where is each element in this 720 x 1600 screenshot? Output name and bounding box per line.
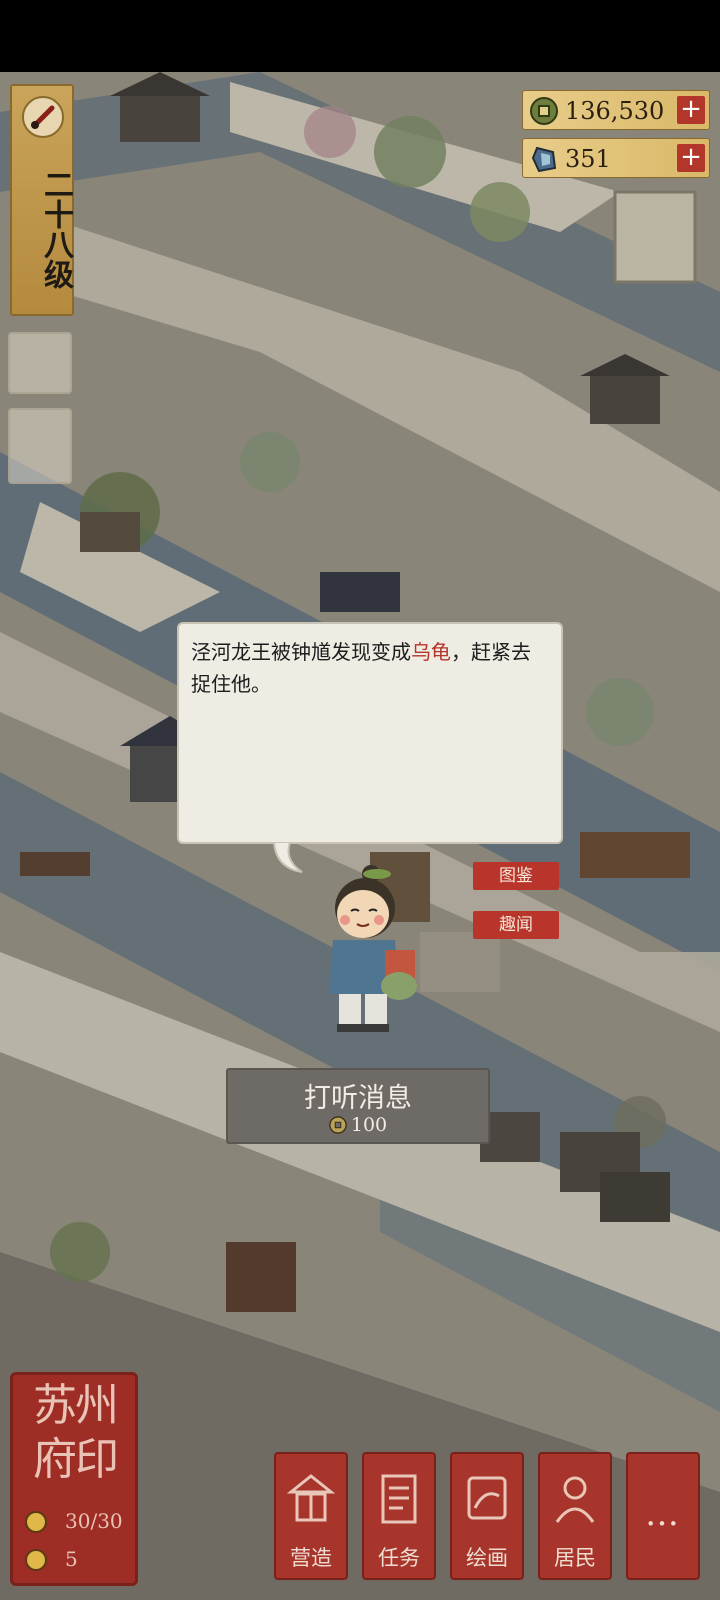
status-bar: [0, 0, 720, 72]
coin-counter[interactable]: 136,530 +: [522, 90, 710, 130]
jade-counter[interactable]: 351 +: [522, 138, 710, 178]
gold-ingot-icon: [25, 1549, 47, 1571]
construction-icon: [286, 1474, 336, 1522]
tasks-label: 任务: [378, 1546, 420, 1570]
residents-label: 居民: [554, 1546, 596, 1570]
dialog-text: 泾河龙王被钟馗发现变成乌龟，赶紧去捉住他。: [191, 640, 531, 696]
seal-count-row: 5: [21, 1545, 133, 1575]
painting-label: 绘画: [466, 1546, 508, 1570]
catalog-button[interactable]: 图鉴: [473, 862, 559, 890]
construction-button[interactable]: 营造: [274, 1452, 348, 1580]
highlight-word: 乌龟: [411, 640, 451, 664]
stamina-icon: [25, 1511, 47, 1533]
side-event-icon[interactable]: [8, 408, 72, 484]
more-button[interactable]: …: [626, 1452, 700, 1580]
inquire-news-button[interactable]: 打听消息 100: [226, 1068, 490, 1144]
inquire-label: 打听消息: [304, 1083, 412, 1114]
brush-emblem-icon: [22, 96, 64, 138]
dialog-tail: [272, 842, 303, 873]
jade-amount: 351: [565, 145, 611, 173]
jade-gem-icon: [531, 146, 557, 173]
more-icon: …: [645, 1494, 681, 1534]
story-dialog: 泾河龙王被钟馗发现变成乌龟，赶紧去捉住他。: [177, 622, 563, 844]
copper-coin-icon: [530, 97, 558, 125]
stamina-row: 30/30: [21, 1507, 133, 1537]
inquire-cost: 100: [228, 1114, 488, 1136]
anecdote-button[interactable]: 趣闻: [473, 911, 559, 939]
city-seal-panel[interactable]: 苏州府印 30/30 5: [10, 1372, 138, 1586]
task-scroll-icon: [381, 1474, 417, 1524]
residents-button[interactable]: 居民: [538, 1452, 612, 1580]
player-level: 二十八级: [38, 169, 73, 289]
npc-informant[interactable]: [315, 864, 425, 1034]
add-jade-button[interactable]: +: [677, 144, 705, 172]
copper-coin-icon: [329, 1116, 347, 1134]
add-coins-button[interactable]: +: [677, 96, 705, 124]
painting-scroll-icon: [467, 1476, 507, 1520]
seal-title: 苏州府印: [33, 1380, 119, 1485]
construction-label: 营造: [290, 1546, 332, 1570]
painting-button[interactable]: 绘画: [450, 1452, 524, 1580]
tasks-button[interactable]: 任务: [362, 1452, 436, 1580]
resident-icon: [555, 1476, 595, 1523]
stamina-value: 30/30: [65, 1509, 123, 1533]
side-menu-icon[interactable]: [8, 332, 72, 394]
seal-count: 5: [65, 1547, 78, 1571]
level-banner[interactable]: 二十八级: [10, 84, 74, 316]
coin-amount: 136,530: [565, 97, 665, 125]
